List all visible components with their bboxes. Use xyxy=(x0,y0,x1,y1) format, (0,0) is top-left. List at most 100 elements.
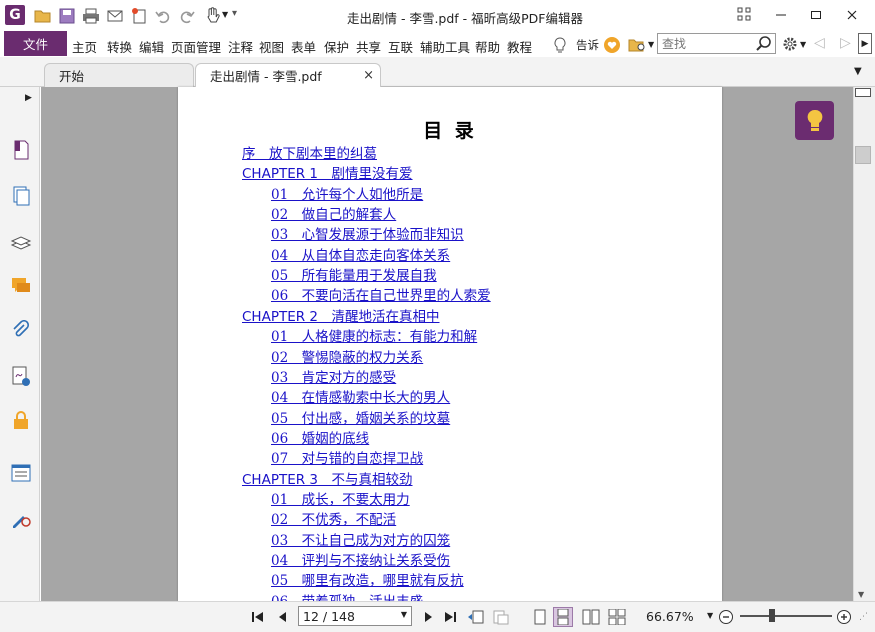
facing-view-icon[interactable] xyxy=(581,607,601,627)
zoom-dropdown-icon[interactable]: ▼ xyxy=(707,611,713,620)
file-menu-button[interactable]: 文件 xyxy=(4,31,67,56)
search-input[interactable] xyxy=(658,34,753,53)
menu-help[interactable]: 帮助 xyxy=(475,37,500,56)
minimize-button[interactable] xyxy=(767,4,795,26)
toc-entry[interactable]: CHAPTER 3 不与真相较劲 xyxy=(242,468,413,488)
previous-page-icon[interactable] xyxy=(272,607,292,627)
lightbulb-icon[interactable] xyxy=(552,36,568,57)
menu-form[interactable]: 表单 xyxy=(291,37,316,56)
zoom-out-icon[interactable] xyxy=(716,607,736,627)
continuous-facing-view-icon[interactable] xyxy=(607,607,627,627)
tab-document[interactable]: 走出剧情 - 李雪.pdf × xyxy=(195,63,381,87)
toc-entry[interactable]: 01 允许每个人如他所是 xyxy=(271,183,423,203)
zoom-in-icon[interactable] xyxy=(834,607,854,627)
toc-entry[interactable]: CHAPTER 2 清醒地活在真相中 xyxy=(242,305,440,325)
app-logo[interactable]: G xyxy=(5,5,25,25)
zoom-slider-thumb[interactable] xyxy=(769,609,775,622)
lock-security-icon[interactable] xyxy=(9,408,33,432)
vertical-scrollbar[interactable] xyxy=(853,87,875,601)
menu-share[interactable]: 共享 xyxy=(356,37,381,56)
maximize-button[interactable] xyxy=(802,4,830,26)
toc-entry[interactable]: 04 在情感勒索中长大的男人 xyxy=(271,386,450,406)
continuous-view-icon[interactable] xyxy=(553,607,573,627)
tab-start[interactable]: 开始 xyxy=(44,63,194,87)
search-icon[interactable] xyxy=(756,35,773,55)
toc-entry[interactable]: 06 婚姻的底线 xyxy=(271,427,369,447)
menu-page-management[interactable]: 页面管理 xyxy=(171,37,221,56)
menu-home[interactable]: 主页 xyxy=(72,37,97,56)
folder-search-icon[interactable] xyxy=(628,36,648,57)
scroll-down-icon[interactable]: ▼ xyxy=(858,590,864,599)
customize-toolbar-icon[interactable]: ▾ xyxy=(232,8,240,22)
toc-entry[interactable]: 04 评判与不接纳让关系受伤 xyxy=(271,549,450,569)
layers-icon[interactable] xyxy=(9,230,33,254)
menu-view[interactable]: 视图 xyxy=(259,37,284,56)
single-page-view-icon[interactable] xyxy=(530,607,550,627)
menu-protect[interactable]: 保护 xyxy=(324,37,349,56)
toc-entry[interactable]: 01 人格健康的标志：有能力和解 xyxy=(271,325,477,345)
heart-feedback-icon[interactable] xyxy=(603,36,621,57)
page-thumbnails-icon[interactable] xyxy=(9,184,33,208)
page-number-field[interactable]: 12 / 148 ▼ xyxy=(298,606,412,626)
tab-list-dropdown-icon[interactable]: ▼ xyxy=(854,66,862,77)
toc-entry[interactable]: 03 不让自己成为对方的囚笼 xyxy=(271,529,450,549)
open-folder-icon[interactable] xyxy=(34,7,52,28)
menu-tutorial[interactable]: 教程 xyxy=(507,37,532,56)
menu-connect[interactable]: 互联 xyxy=(388,37,413,56)
toc-entry[interactable]: CHAPTER 1 剧情里没有爱 xyxy=(242,162,413,182)
toc-entry[interactable]: 03 肯定对方的感受 xyxy=(271,366,396,386)
settings-dropdown-icon[interactable]: ▼ xyxy=(800,40,806,49)
menu-comment[interactable]: 注释 xyxy=(228,37,253,56)
page-dropdown-icon[interactable]: ▼ xyxy=(401,610,407,619)
toc-entry[interactable]: 03 心智发展源于体验而非知识 xyxy=(271,223,464,243)
last-page-icon[interactable] xyxy=(440,607,460,627)
menu-edit[interactable]: 编辑 xyxy=(139,37,164,56)
close-tab-icon[interactable]: × xyxy=(363,68,374,83)
toc-entry[interactable]: 02 警惕隐蔽的权力关系 xyxy=(271,346,423,366)
menu-convert[interactable]: 转换 xyxy=(107,37,132,56)
zoom-slider-track[interactable] xyxy=(740,615,832,617)
nav-back-icon[interactable]: ◁ xyxy=(814,35,825,51)
chevron-down-icon[interactable]: ▼ xyxy=(222,10,228,19)
scrollbar-thumb[interactable] xyxy=(855,146,871,164)
scroll-up-button[interactable] xyxy=(855,88,871,97)
ribbon-expand-button[interactable]: ▶ xyxy=(858,33,872,54)
save-icon[interactable] xyxy=(58,7,76,28)
toc-entry[interactable]: 02 做自己的解套人 xyxy=(271,203,396,223)
new-document-icon[interactable] xyxy=(130,7,148,28)
zoom-level[interactable]: 66.67% xyxy=(646,609,694,624)
gear-icon[interactable] xyxy=(781,35,799,56)
previous-view-icon[interactable] xyxy=(466,607,486,627)
comments-icon[interactable] xyxy=(9,274,33,298)
toc-entry[interactable]: 04 从自体自恋走向客体关系 xyxy=(271,244,450,264)
signature-icon[interactable] xyxy=(9,364,33,388)
panel-expand-icon[interactable]: ▶ xyxy=(25,93,32,103)
bookmark-page-icon[interactable] xyxy=(9,138,33,162)
redo-icon[interactable] xyxy=(178,7,196,28)
toc-entry[interactable]: 05 哪里有改造，哪里就有反抗 xyxy=(271,569,464,589)
next-page-icon[interactable] xyxy=(419,607,439,627)
menu-accessibility[interactable]: 辅助工具 xyxy=(420,37,470,56)
print-icon[interactable] xyxy=(82,7,100,28)
certificate-pen-icon[interactable] xyxy=(9,506,33,530)
undo-icon[interactable] xyxy=(154,7,172,28)
layout-grid-icon[interactable] xyxy=(736,6,752,25)
hand-tool-icon[interactable] xyxy=(203,6,223,29)
first-page-icon[interactable] xyxy=(248,607,268,627)
toc-entry[interactable]: 05 所有能量用于发展自我 xyxy=(271,264,437,284)
toc-entry[interactable]: 02 不优秀，不配活 xyxy=(271,508,396,528)
toc-entry[interactable]: 01 成长，不要太用力 xyxy=(271,488,410,508)
email-icon[interactable] xyxy=(106,7,124,28)
search-field[interactable] xyxy=(657,33,776,54)
tell-me-label[interactable]: 告诉 xyxy=(576,37,599,53)
toc-entry[interactable]: 05 付出感，婚姻关系的坟墓 xyxy=(271,407,450,427)
nav-forward-icon[interactable]: ▷ xyxy=(840,35,851,51)
toc-entry[interactable]: 06 不要向活在自己世界里的人索爱 xyxy=(271,284,491,304)
smart-tips-button[interactable] xyxy=(795,101,834,140)
attachment-icon[interactable] xyxy=(9,319,33,343)
resize-grip-icon[interactable]: ⋰ xyxy=(859,612,871,626)
toc-entry[interactable]: 07 对与错的自恋捍卫战 xyxy=(271,447,423,467)
close-window-button[interactable] xyxy=(838,4,866,26)
form-fields-icon[interactable] xyxy=(9,461,33,485)
folder-search-dropdown-icon[interactable]: ▼ xyxy=(648,40,654,49)
